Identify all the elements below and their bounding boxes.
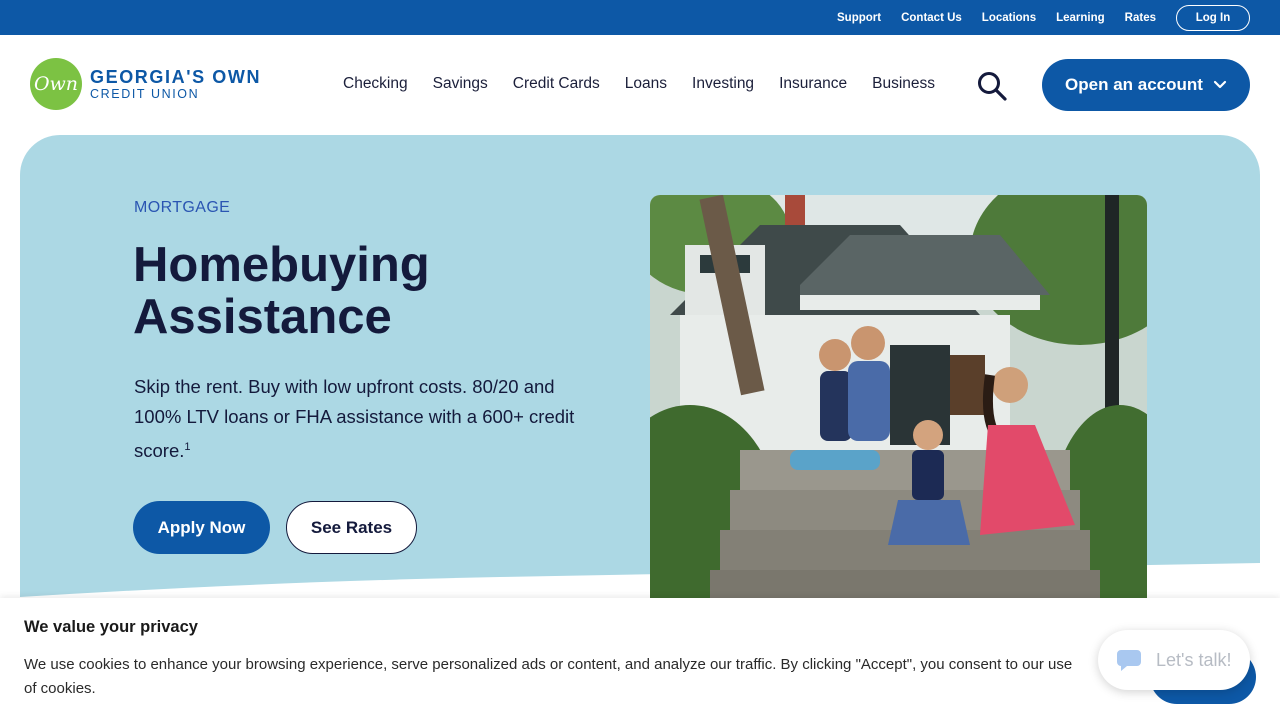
login-button[interactable]: Log In (1176, 4, 1250, 31)
hero-footnote[interactable]: 1 (184, 441, 190, 453)
utility-link-locations[interactable]: Locations (982, 12, 1036, 24)
cookie-banner: We value your privacy We use cookies to … (0, 598, 1280, 720)
nav-item-business[interactable]: Business (872, 75, 935, 93)
utility-link-rates[interactable]: Rates (1125, 12, 1156, 24)
utility-link-support[interactable]: Support (837, 12, 881, 24)
utility-link-contact-us[interactable]: Contact Us (901, 12, 962, 24)
see-rates-button[interactable]: See Rates (286, 501, 417, 554)
primary-nav: Checking Savings Credit Cards Loans Inve… (343, 75, 935, 93)
search-icon[interactable] (976, 70, 1008, 102)
chat-label: Let's talk! (1156, 649, 1232, 670)
nav-item-savings[interactable]: Savings (433, 75, 488, 93)
open-account-button[interactable]: Open an account (1042, 59, 1250, 111)
logo-wordmark: GEORGIA'S OWN CREDIT UNION (90, 66, 262, 101)
nav-item-loans[interactable]: Loans (625, 75, 667, 93)
hero-description-text: Skip the rent. Buy with low upfront cost… (134, 376, 575, 462)
logo-mark: Own (30, 58, 82, 110)
logo-line-2: CREDIT UNION (90, 86, 200, 101)
nav-item-checking[interactable]: Checking (343, 75, 408, 93)
site-logo[interactable]: Own GEORGIA'S OWN CREDIT UNION (30, 58, 261, 110)
apply-now-button[interactable]: Apply Now (133, 501, 270, 554)
open-account-label: Open an account (1065, 75, 1203, 94)
hero-family-photo (650, 195, 1147, 605)
chat-bubble-icon (1117, 650, 1141, 671)
nav-item-investing[interactable]: Investing (692, 75, 754, 93)
main-header: Own GEORGIA'S OWN CREDIT UNION Checking … (0, 35, 1280, 135)
utility-bar: Support Contact Us Locations Learning Ra… (0, 0, 1280, 35)
nav-item-insurance[interactable]: Insurance (779, 75, 847, 93)
cookie-banner-text: We use cookies to enhance your browsing … (24, 656, 1073, 697)
utility-link-learning[interactable]: Learning (1056, 12, 1105, 24)
logo-line-1: GEORGIA'S OWN (90, 66, 262, 87)
cookie-banner-title: We value your privacy (24, 618, 198, 636)
hero-eyebrow: MORTGAGE (134, 199, 231, 216)
chat-bubble[interactable]: Let's talk! (1098, 630, 1250, 690)
chevron-down-icon (1213, 80, 1227, 89)
hero-description: Skip the rent. Buy with low upfront cost… (134, 372, 604, 466)
hero-title: Homebuying Assistance (133, 238, 430, 344)
nav-item-credit-cards[interactable]: Credit Cards (513, 75, 600, 93)
